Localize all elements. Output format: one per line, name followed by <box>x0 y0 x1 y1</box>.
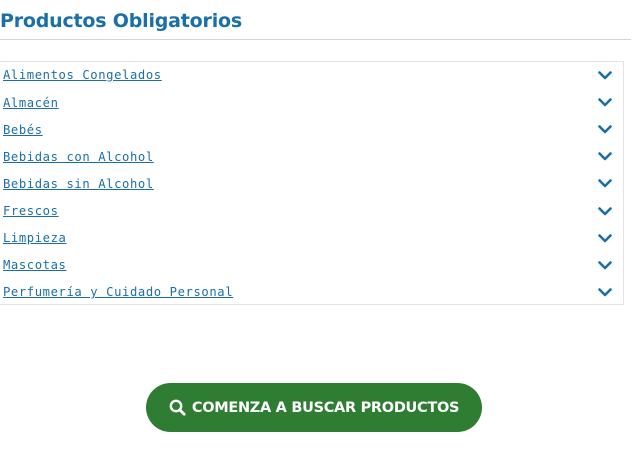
chevron-down-icon[interactable] <box>597 151 613 163</box>
search-products-button[interactable]: COMENZA A BUSCAR PRODUCTOS <box>146 383 482 432</box>
category-link[interactable]: Bebidas sin Alcohol <box>3 178 154 190</box>
category-link[interactable]: Bebidas con Alcohol <box>3 151 154 163</box>
category-link[interactable]: Bebés <box>3 123 43 135</box>
category-row[interactable]: Mascotas <box>0 252 623 279</box>
category-list: Alimentos Congelados Almacén Bebés Bebid… <box>0 61 624 305</box>
page-title: Productos Obligatorios <box>0 10 242 32</box>
category-link[interactable]: Limpieza <box>3 232 67 244</box>
category-link[interactable]: Mascotas <box>3 259 67 271</box>
search-icon <box>169 399 186 416</box>
chevron-down-icon[interactable] <box>597 232 613 244</box>
chevron-down-icon[interactable] <box>597 124 613 136</box>
category-row[interactable]: Limpieza <box>0 225 623 252</box>
category-row[interactable]: Frescos <box>0 197 623 224</box>
category-link[interactable]: Alimentos Congelados <box>3 69 162 81</box>
category-row[interactable]: Bebidas sin Alcohol <box>0 170 623 197</box>
category-row[interactable]: Alimentos Congelados <box>0 62 623 89</box>
category-link[interactable]: Perfumería y Cuidado Personal <box>3 286 233 298</box>
chevron-down-icon[interactable] <box>597 97 613 109</box>
category-row[interactable]: Perfumería y Cuidado Personal <box>0 279 623 306</box>
chevron-down-icon[interactable] <box>597 178 613 190</box>
chevron-down-icon[interactable] <box>597 205 613 217</box>
title-divider <box>0 39 631 40</box>
chevron-down-icon[interactable] <box>597 70 613 82</box>
search-products-label: COMENZA A BUSCAR PRODUCTOS <box>191 399 460 416</box>
category-link[interactable]: Frescos <box>3 205 59 217</box>
category-row[interactable]: Bebidas con Alcohol <box>0 143 623 170</box>
category-row[interactable]: Bebés <box>0 116 623 143</box>
category-row[interactable]: Almacén <box>0 89 623 116</box>
chevron-down-icon[interactable] <box>597 259 613 271</box>
category-link[interactable]: Almacén <box>3 96 59 108</box>
page: Productos Obligatorios Alimentos Congela… <box>0 0 641 452</box>
chevron-down-icon[interactable] <box>597 286 613 298</box>
